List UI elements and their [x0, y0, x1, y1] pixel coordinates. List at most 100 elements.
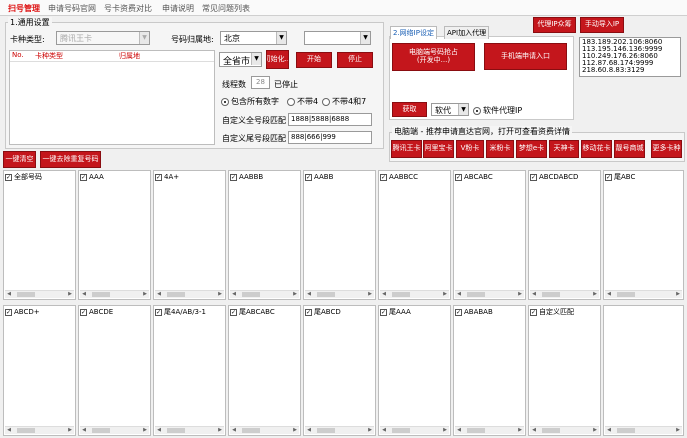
threads-input[interactable]: 28 [251, 76, 270, 89]
panel-row1-4[interactable]: ✓ AABBB ◀ ▶ [228, 170, 301, 300]
horizontal-scrollbar[interactable]: ◀ ▶ [530, 426, 599, 434]
tab-api-proxy[interactable]: API加入代理 [444, 26, 490, 39]
checkbox-icon[interactable]: ✓ [530, 308, 537, 316]
panel-row2-3[interactable]: ✓ 尾4A/AB/3-1 ◀ ▶ [153, 305, 226, 436]
checkbox-icon[interactable]: ✓ [530, 173, 537, 181]
checkbox-icon[interactable]: ✓ [455, 173, 462, 181]
panel-row2-5[interactable]: ✓ 尾ABCD ◀ ▶ [303, 305, 376, 436]
horizontal-scrollbar[interactable]: ◀ ▶ [380, 290, 449, 298]
horizontal-scrollbar[interactable]: ◀ ▶ [230, 426, 299, 434]
card-btn-tianshen[interactable]: 天神卡 [549, 140, 579, 158]
checkbox-icon[interactable]: ✓ [380, 308, 387, 316]
panel-row2-2[interactable]: ✓ ABCDE ◀ ▶ [78, 305, 151, 436]
horizontal-scrollbar[interactable]: ◀ ▶ [605, 426, 682, 434]
panel-row1-7[interactable]: ✓ ABCABC ◀ ▶ [453, 170, 526, 300]
horizontal-scrollbar[interactable]: ◀ ▶ [155, 290, 224, 298]
tab-faq[interactable]: 常见问题列表 [202, 3, 250, 14]
checkbox-icon[interactable]: ✓ [5, 173, 12, 181]
horizontal-scrollbar[interactable]: ◀ ▶ [5, 426, 74, 434]
tab-apply-official[interactable]: 申请号码官网 [48, 3, 96, 14]
panel-row1-6[interactable]: ✓ AABBCC ◀ ▶ [378, 170, 451, 300]
scope-select[interactable]: 全省市 ▼ [219, 52, 262, 67]
stop-button[interactable]: 停止 [337, 52, 373, 68]
ip-list[interactable]: 183.189.202.106:8060 113.195.146.136:999… [579, 37, 681, 77]
checkbox-icon[interactable]: ✓ [5, 308, 12, 316]
card-btn-mobile-flower[interactable]: 移动花卡 [581, 140, 612, 158]
checkbox-icon[interactable]: ✓ [80, 308, 87, 316]
tab-scan-manage[interactable]: 扫号管理 [8, 3, 40, 14]
horizontal-scrollbar[interactable]: ◀ ▶ [305, 290, 374, 298]
general-settings-title: 1.通用设置 [8, 17, 52, 28]
radio-no47[interactable]: 不带4和7 [322, 96, 366, 107]
radio-soft-proxy[interactable]: 软件代理IP [473, 105, 522, 116]
panel-row1-5[interactable]: ✓ AABB ◀ ▶ [303, 170, 376, 300]
tab-apply-guide[interactable]: 申请说明 [162, 3, 194, 14]
checkbox-icon[interactable]: ✓ [155, 173, 162, 181]
card-btn-mifans[interactable]: 米粉卡 [486, 140, 514, 158]
panel-row2-8[interactable]: ✓ 自定义匹配 ◀ ▶ [528, 305, 601, 436]
init-button[interactable]: 初始化... [266, 50, 289, 69]
checkbox-icon[interactable]: ✓ [230, 173, 237, 181]
horizontal-scrollbar[interactable]: ◀ ▶ [80, 426, 149, 434]
top-tab-strip: 扫号管理 申请号码官网 号卡资费对比 申请说明 常见问题列表 [0, 0, 687, 16]
start-button[interactable]: 开始 [296, 52, 332, 68]
radio-no4[interactable]: 不带4 [287, 96, 318, 107]
province-select[interactable]: 北京 ▼ [220, 31, 287, 45]
panel-row1-9[interactable]: ✓ 尾ABC ◀ ▶ [603, 170, 684, 300]
tab-fee-compare[interactable]: 号卡资费对比 [104, 3, 152, 14]
recommend-title: 电脑端 - 推荐申请直达官网，打开可查看资费详情 [392, 126, 572, 137]
panel-row1-2[interactable]: ✓ AAA ◀ ▶ [78, 170, 151, 300]
city-select[interactable]: ▼ [304, 31, 371, 45]
manual-import-button[interactable]: 手动导入IP [580, 17, 624, 33]
chevron-down-icon: ▼ [458, 104, 468, 115]
proxy-mode-select[interactable]: 软代 ▼ [431, 103, 469, 116]
horizontal-scrollbar[interactable]: ◀ ▶ [530, 290, 599, 298]
mobile-apply-button[interactable]: 手机端申请入口 [484, 43, 567, 70]
checkbox-icon[interactable]: ✓ [305, 173, 312, 181]
card-btn-lianghao[interactable]: 靓号商城 [614, 140, 645, 158]
checkbox-icon[interactable]: ✓ [155, 308, 162, 316]
fetch-button[interactable]: 获取 [392, 102, 427, 117]
chevron-down-icon: ▼ [251, 53, 261, 65]
radio-all-digits[interactable]: 包含所有数字 [221, 96, 279, 107]
checkbox-icon[interactable]: ✓ [455, 308, 462, 316]
card-btn-alibaba[interactable]: 阿里宝卡 [423, 140, 454, 158]
horizontal-scrollbar[interactable]: ◀ ▶ [80, 290, 149, 298]
panel-row2-9[interactable]: ◀ ▶ [603, 305, 684, 436]
checkbox-icon[interactable]: ✓ [305, 308, 312, 316]
panel-row2-4[interactable]: ✓ 尾ABCABC ◀ ▶ [228, 305, 301, 436]
horizontal-scrollbar[interactable]: ◀ ▶ [155, 426, 224, 434]
horizontal-scrollbar[interactable]: ◀ ▶ [455, 290, 524, 298]
panel-row2-7[interactable]: ✓ ABABAB ◀ ▶ [453, 305, 526, 436]
checkbox-icon[interactable]: ✓ [380, 173, 387, 181]
card-list[interactable]: No. 卡种类型 归属地 [9, 50, 215, 145]
horizontal-scrollbar[interactable]: ◀ ▶ [230, 290, 299, 298]
card-btn-vfans[interactable]: V粉卡 [456, 140, 484, 158]
radio-dot-icon [287, 97, 295, 106]
panel-row2-1[interactable]: ✓ ABCD+ ◀ ▶ [3, 305, 76, 436]
panel-row1-1[interactable]: ✓ 全部号码 ◀ ▶ [3, 170, 76, 300]
card-btn-dream[interactable]: 梦想e卡 [516, 140, 547, 158]
horizontal-scrollbar[interactable]: ◀ ▶ [455, 426, 524, 434]
panel-row2-6[interactable]: ✓ 尾AAA ◀ ▶ [378, 305, 451, 436]
checkbox-icon[interactable]: ✓ [80, 173, 87, 181]
horizontal-scrollbar[interactable]: ◀ ▶ [305, 426, 374, 434]
pc-grab-button[interactable]: 电脑端号码抢占 (开发中...) [392, 43, 475, 71]
card-list-header: No. 卡种类型 归属地 [10, 51, 214, 62]
horizontal-scrollbar[interactable]: ◀ ▶ [380, 426, 449, 434]
checkbox-icon[interactable]: ✓ [230, 308, 237, 316]
dedupe-button[interactable]: 一键去除重复号码 [40, 151, 101, 168]
horizontal-scrollbar[interactable]: ◀ ▶ [5, 290, 74, 298]
panel-row1-8[interactable]: ✓ ABCDABCD ◀ ▶ [528, 170, 601, 300]
horizontal-scrollbar[interactable]: ◀ ▶ [605, 290, 682, 298]
tab-network-ip[interactable]: 2.网络IP设定 [390, 26, 437, 39]
checkbox-icon[interactable]: ✓ [605, 173, 612, 181]
proxy-crowdfund-button[interactable]: 代理IP众筹 [533, 17, 576, 33]
custom-tail-input[interactable]: 888|666|999 [288, 131, 372, 144]
panel-row1-3[interactable]: ✓ 4A+ ◀ ▶ [153, 170, 226, 300]
clear-all-button[interactable]: 一键清空 [3, 151, 36, 168]
card-btn-more[interactable]: 更多卡种 [651, 140, 682, 158]
card-btn-tencent[interactable]: 腾讯王卡 [391, 140, 422, 158]
custom-all-input[interactable]: 1888|5888|6888 [288, 113, 372, 126]
card-type-select[interactable]: 腾讯王卡 ▼ [56, 31, 150, 45]
